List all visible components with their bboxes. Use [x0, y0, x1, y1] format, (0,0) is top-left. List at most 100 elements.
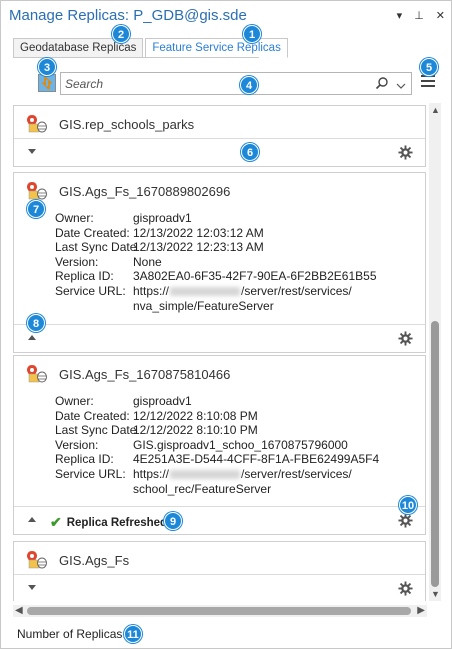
detail-label: Date Created:	[55, 408, 130, 423]
detail-label: Last Sync Date	[55, 240, 137, 255]
scroll-right-icon[interactable]: ▶	[417, 605, 425, 616]
sync-status: ✔ Replica Refreshed	[50, 514, 167, 531]
vertical-scroll-thumb[interactable]	[431, 321, 439, 587]
callout-badge-8: 8	[27, 314, 45, 332]
redacted-host	[170, 287, 241, 297]
replica-card-footer	[14, 574, 425, 601]
detail-row: Date Created: 12/13/2022 12:03:12 AM	[55, 226, 377, 241]
detail-value: gisproadv1	[133, 394, 192, 408]
close-icon[interactable]: ✕	[436, 9, 445, 22]
vertical-scrollbar[interactable]: ▲ ▼	[429, 103, 441, 601]
search-input[interactable]	[65, 75, 365, 92]
status-text: Replica Refreshed	[66, 516, 168, 529]
replica-list: GIS.rep_schools_parks GIS.Ags_Fs_1670889…	[13, 103, 427, 601]
replica-card-header[interactable]: GIS.Ags_Fs_1670889802696	[14, 173, 425, 207]
replica-card-footer	[14, 138, 425, 166]
expand-caret-icon[interactable]	[28, 149, 36, 154]
service-url-continued: school_rec/FeatureServer	[133, 481, 272, 496]
manage-replicas-pane: Manage Replicas: P_GDB@gis.sde ▾ ⊥ ✕ Geo…	[0, 0, 452, 649]
horizontal-scroll-thumb[interactable]	[27, 607, 411, 615]
callout-badge-9: 9	[164, 512, 182, 530]
detail-value: 12/13/2022 12:03:12 AM	[133, 225, 264, 240]
callout-badge-10: 10	[399, 496, 417, 514]
horizontal-scrollbar[interactable]: ◀ ▶	[13, 605, 427, 617]
detail-label: Replica ID:	[55, 452, 114, 467]
replica-card: GIS.Ags_Fs	[13, 541, 426, 601]
gear-icon[interactable]	[398, 581, 413, 599]
collapse-caret-icon[interactable]	[28, 335, 36, 340]
redacted-host	[170, 470, 241, 480]
callout-badge-3: 3	[38, 58, 56, 76]
replica-card: GIS.Ags_Fs_1670875810466 Owner: gisproadv…	[13, 355, 426, 535]
detail-label: Service URL:	[55, 466, 126, 481]
scroll-up-icon[interactable]: ▲	[431, 105, 440, 115]
service-url-value[interactable]: https:///server/rest/services/	[133, 467, 352, 482]
pin-icon[interactable]: ⊥	[414, 9, 424, 22]
replica-count-label: Number of Replicas:	[17, 627, 126, 641]
replica-card-header[interactable]: GIS.rep_schools_parks	[14, 106, 425, 140]
chevron-down-icon[interactable]	[396, 79, 406, 93]
expand-caret-icon[interactable]	[28, 585, 36, 590]
replica-name: GIS.Ags_Fs_1670875810466	[59, 367, 231, 382]
replica-card-footer	[14, 324, 425, 352]
detail-label: Last Sync Date	[55, 423, 137, 438]
detail-row: Replica ID: 4E251A3E-D544-4CFF-8F1A-FBE62…	[55, 452, 379, 467]
callout-badge-2: 2	[112, 25, 130, 43]
service-url-value[interactable]: https:///server/rest/services/	[133, 284, 352, 299]
detail-label: Owner:	[55, 394, 94, 408]
callout-badge-4: 4	[240, 76, 258, 94]
replica-card-footer: ✔ Replica Refreshed	[14, 506, 425, 534]
detail-row: Owner: gisproadv1	[55, 394, 379, 409]
detail-row: Last Sync Date 12/13/2022 12:23:13 AM	[55, 240, 377, 255]
detail-label: Version:	[55, 437, 99, 452]
detail-value: 12/12/2022 8:10:10 PM	[133, 423, 258, 438]
detail-label: Owner:	[55, 211, 94, 225]
detail-row: Replica ID: 3A802EA0-6F35-42F7-90EA-6F2BB…	[55, 269, 377, 284]
collapse-caret-icon[interactable]	[28, 517, 36, 522]
detail-value: GIS.gisproadv1_schoo_1670875796000	[133, 437, 348, 452]
replica-details: Owner: gisproadv1 Date Created: 12/12/2022…	[55, 394, 379, 496]
callout-badge-7: 7	[27, 200, 45, 218]
checkmark-icon: ✔	[50, 514, 62, 530]
detail-row: Version: None	[55, 255, 377, 270]
replica-icon	[27, 365, 47, 383]
detail-value: 3A802EA0-6F35-42F7-90EA-6F2BB2E61B55	[133, 269, 377, 284]
detail-row: nva_simple/FeatureServer	[55, 299, 377, 314]
tab-feature-service-replicas[interactable]: Feature Service Replicas	[145, 38, 288, 58]
replica-details: Owner: gisproadv1 Date Created: 12/13/2022…	[55, 211, 377, 313]
detail-row: Service URL: https:///server/rest/service…	[55, 467, 379, 482]
pane-options-icon[interactable]: ▾	[397, 9, 403, 22]
detail-value: 12/12/2022 8:10:08 PM	[133, 408, 258, 423]
pane-controls: ▾ ⊥ ✕	[397, 9, 445, 22]
detail-label: Version:	[55, 254, 99, 269]
detail-label: Service URL:	[55, 283, 126, 298]
title-bar: Manage Replicas: P_GDB@gis.sde ▾ ⊥ ✕	[1, 1, 451, 31]
search-icon[interactable]	[375, 76, 389, 93]
replica-card: GIS.rep_schools_parks	[13, 105, 426, 167]
replica-icon	[27, 115, 47, 133]
service-url-continued: nva_simple/FeatureServer	[133, 298, 274, 313]
replica-icon	[27, 551, 47, 569]
gear-icon[interactable]	[398, 145, 413, 163]
replica-card-header[interactable]: GIS.Ags_Fs_1670875810466	[14, 356, 425, 390]
replica-name: GIS.rep_schools_parks	[59, 117, 195, 132]
detail-value: None	[133, 254, 162, 269]
sync-replicas-icon[interactable]	[38, 74, 56, 92]
pane-title: Manage Replicas: P_GDB@gis.sde	[9, 7, 247, 24]
replica-count: Number of Replicas:7	[17, 627, 135, 641]
detail-value: 4E251A3E-D544-4CFF-8F1A-FBE62499A5F4	[133, 452, 380, 467]
replica-toolbar	[13, 71, 443, 97]
detail-value: gisproadv1	[133, 211, 192, 225]
detail-row: Last Sync Date 12/12/2022 8:10:10 PM	[55, 423, 379, 438]
hamburger-menu-icon[interactable]	[421, 75, 435, 91]
detail-value: 12/13/2022 12:23:13 AM	[133, 240, 264, 255]
detail-label: Replica ID:	[55, 269, 114, 284]
detail-row: Service URL: https:///server/rest/service…	[55, 284, 377, 299]
gear-icon[interactable]	[398, 513, 413, 531]
scroll-down-icon[interactable]: ▼	[431, 589, 440, 599]
replica-card-header[interactable]: GIS.Ags_Fs	[14, 542, 425, 576]
gear-icon[interactable]	[398, 331, 413, 349]
callout-badge-6: 6	[241, 143, 259, 161]
replica-icon	[27, 182, 47, 200]
scroll-left-icon[interactable]: ◀	[15, 605, 23, 616]
